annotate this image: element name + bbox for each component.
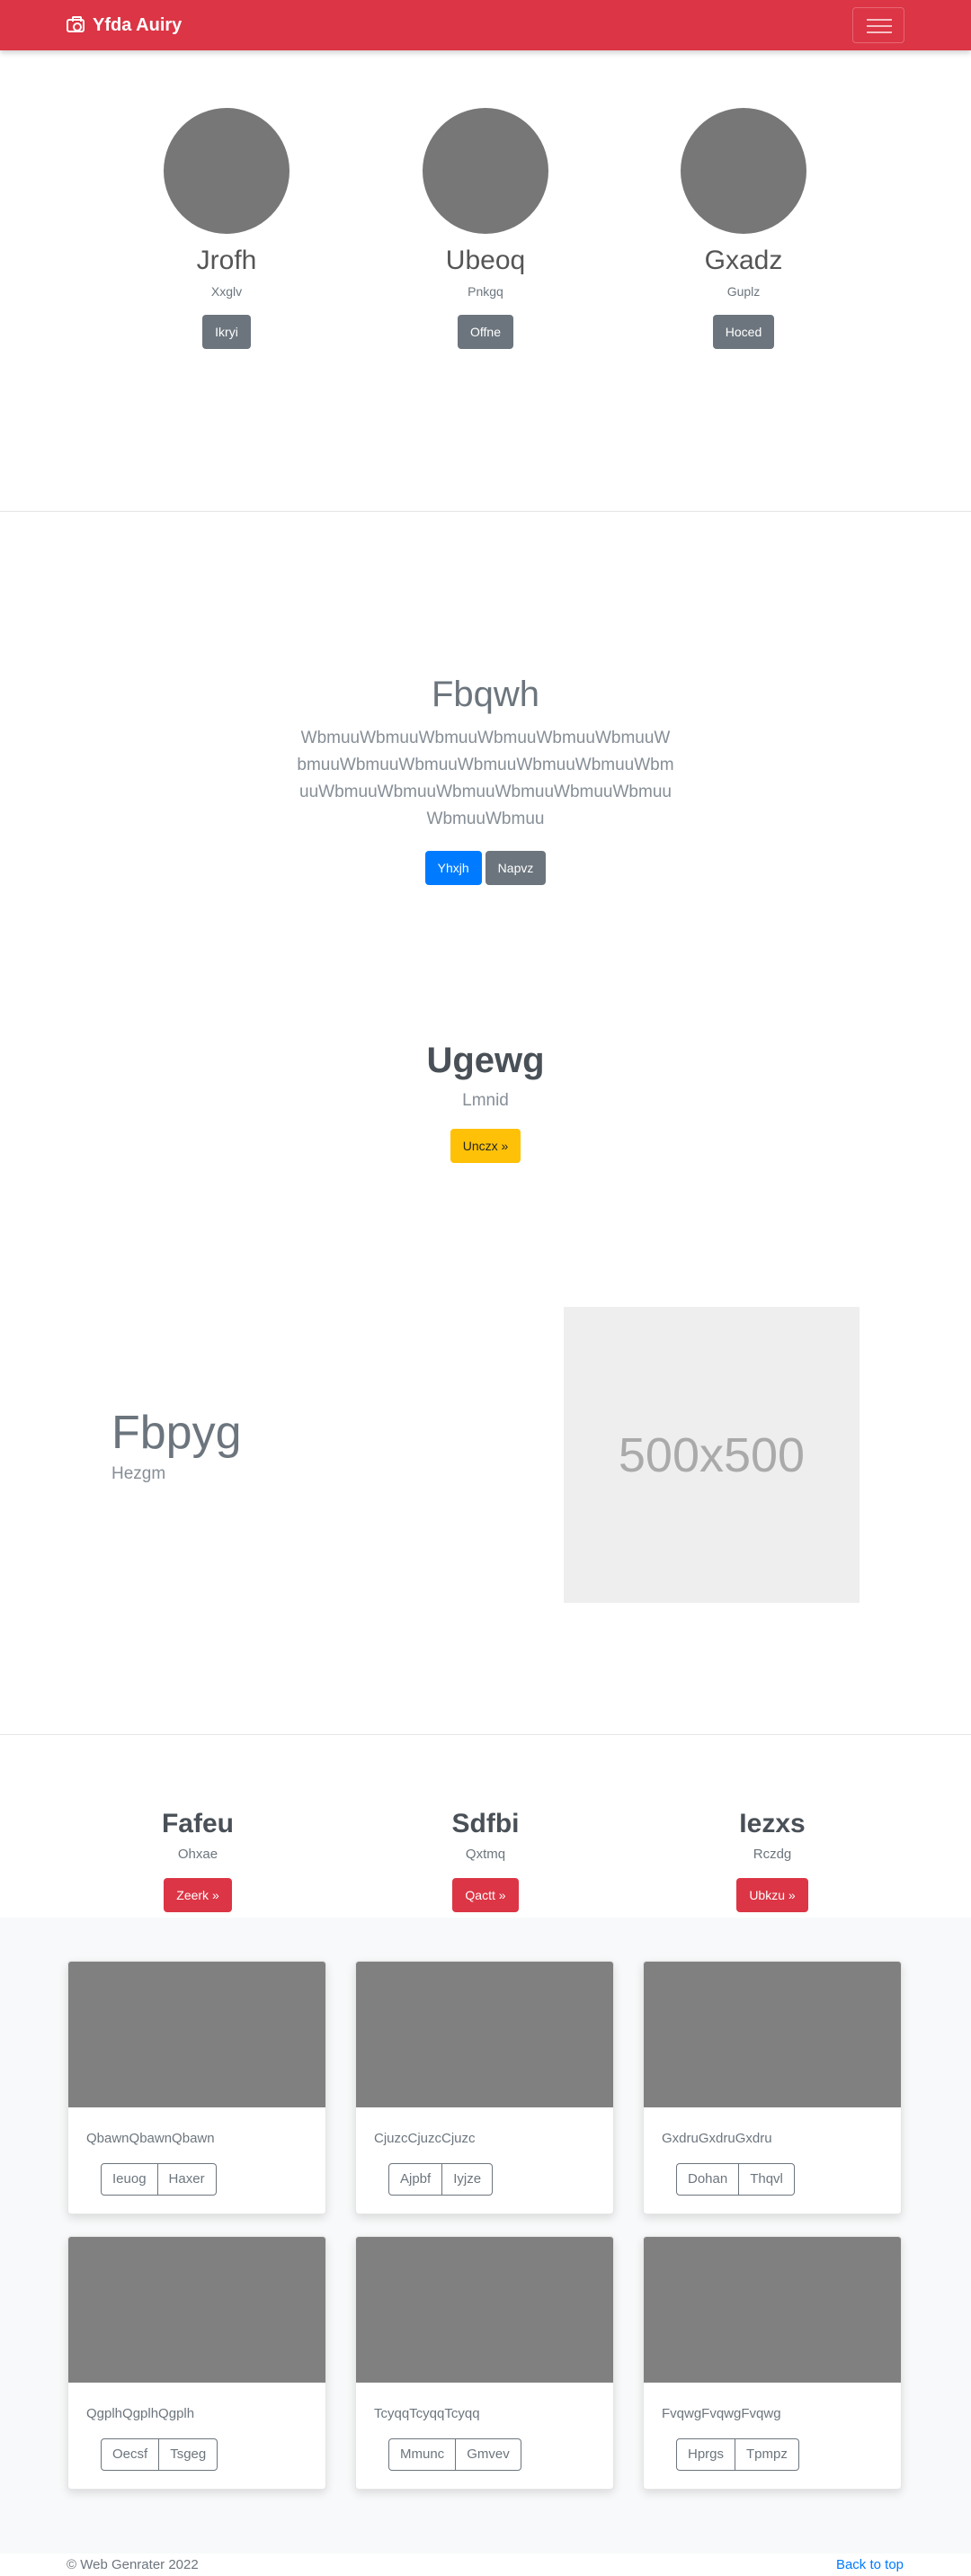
card-image bbox=[644, 2237, 901, 2383]
card-text: CjuzcCjuzcCjuzc bbox=[374, 2131, 476, 2146]
column-title: Iezxs bbox=[739, 1809, 806, 1838]
feature-column: Sdfbi Qxtmq Qactt » bbox=[378, 1808, 593, 1912]
feature-subtitle: Hezgm bbox=[111, 1464, 166, 1483]
card-button[interactable]: Thqvl bbox=[739, 2163, 795, 2196]
hero-primary-button[interactable]: Yhxjh bbox=[424, 851, 482, 885]
album-card: GxdruGxdruGxdru Dohan Thqvl bbox=[643, 1961, 902, 2214]
column-button[interactable]: Zeerk » bbox=[164, 1878, 232, 1912]
card-button-group: Ieuog Haxer bbox=[101, 2163, 217, 2196]
team-member: Jrofh Xxglv Ikryi bbox=[137, 108, 316, 349]
card-button[interactable]: Tpmpz bbox=[735, 2438, 799, 2471]
column-button[interactable]: Qactt » bbox=[452, 1878, 519, 1912]
card-button-group: Hprgs Tpmpz bbox=[676, 2438, 799, 2471]
card-button[interactable]: Iyjze bbox=[442, 2163, 494, 2196]
album-card: TcyqqTcyqqTcyqq Mmunc Gmvev bbox=[355, 2236, 614, 2490]
back-to-top-link[interactable]: Back to top bbox=[836, 2556, 904, 2574]
member-name: Ubeoq bbox=[445, 246, 526, 275]
avatar bbox=[681, 108, 806, 234]
card-button[interactable]: Oecsf bbox=[101, 2438, 160, 2471]
column-subtitle: Qxtmq bbox=[465, 1847, 506, 1862]
promo-title: Ugewg bbox=[426, 1041, 545, 1080]
album-section: QbawnQbawnQbawn Ieuog Haxer CjuzcCjuzcCj… bbox=[0, 1918, 971, 2554]
card-button-group: Oecsf Tsgeg bbox=[101, 2438, 218, 2471]
member-role: Guplz bbox=[726, 284, 761, 299]
column-title: Fafeu bbox=[161, 1809, 234, 1838]
feature-column: Iezxs Rczdg Ubkzu » bbox=[664, 1808, 880, 1912]
navbar-toggler-button[interactable] bbox=[852, 7, 904, 43]
member-button[interactable]: Hoced bbox=[712, 315, 775, 349]
footer-copyright: © Web Genrater 2022 bbox=[67, 2557, 199, 2572]
promo-button[interactable]: Unczx » bbox=[450, 1129, 521, 1163]
card-image bbox=[356, 2237, 613, 2383]
team-member: Gxadz Guplz Hoced bbox=[654, 108, 833, 349]
hamburger-line bbox=[867, 25, 892, 27]
hero-section: Fbqwh WbmuuWbmuuWbmuuWbmuuWbmuuWbmuuWbmu… bbox=[0, 673, 971, 885]
column-subtitle: Rczdg bbox=[753, 1847, 792, 1862]
card-button[interactable]: Tsgeg bbox=[159, 2438, 218, 2471]
promo-section: Ugewg Lmnid Unczx » bbox=[0, 1039, 971, 1163]
card-image bbox=[644, 1962, 901, 2107]
card-text: QbawnQbawnQbawn bbox=[86, 2131, 215, 2146]
album-card: FvqwgFvqwgFvqwg Hprgs Tpmpz bbox=[643, 2236, 902, 2490]
navbar: Yfda Auiry bbox=[0, 0, 971, 50]
brand-link[interactable]: Yfda Auiry bbox=[67, 14, 182, 36]
member-role: Xxglv bbox=[210, 284, 243, 299]
card-image bbox=[356, 1962, 613, 2107]
card-button-group: Ajpbf Iyjze bbox=[388, 2163, 494, 2196]
hero-title: Fbqwh bbox=[431, 675, 540, 714]
card-button[interactable]: Dohan bbox=[676, 2163, 740, 2196]
feature-image-placeholder: 500x500 bbox=[564, 1307, 860, 1603]
feature-title: Fbpyg bbox=[111, 1407, 242, 1459]
card-image bbox=[68, 1962, 325, 2107]
card-text: QgplhQgplhQgplh bbox=[86, 2406, 195, 2421]
card-button[interactable]: Haxer bbox=[157, 2163, 217, 2196]
album-card: CjuzcCjuzcCjuzc Ajpbf Iyjze bbox=[355, 1961, 614, 2214]
hamburger-icon bbox=[867, 19, 892, 21]
card-button[interactable]: Ieuog bbox=[101, 2163, 158, 2196]
card-button-group: Mmunc Gmvev bbox=[388, 2438, 521, 2471]
promo-subtitle: Lmnid bbox=[462, 1091, 509, 1110]
avatar bbox=[164, 108, 290, 234]
placeholder-label: 500x500 bbox=[618, 1427, 806, 1482]
member-name: Jrofh bbox=[196, 246, 257, 275]
card-button[interactable]: Gmvev bbox=[456, 2438, 521, 2471]
member-button[interactable]: Ikryi bbox=[202, 315, 251, 349]
card-button[interactable]: Ajpbf bbox=[388, 2163, 443, 2196]
card-button[interactable]: Hprgs bbox=[676, 2438, 736, 2471]
hero-text: WbmuuWbmuuWbmuuWbmuuWbmuuWbmuuWbmuuWbmuu… bbox=[297, 729, 674, 828]
divider bbox=[0, 1734, 971, 1735]
column-title: Sdfbi bbox=[451, 1809, 520, 1838]
team-member: Ubeoq Pnkgq Offne bbox=[396, 108, 575, 349]
hero-buttons: Yhxjh Napvz bbox=[0, 851, 971, 885]
member-role: Pnkgq bbox=[468, 284, 503, 299]
hero-secondary-button[interactable]: Napvz bbox=[485, 851, 547, 885]
feature-column: Fafeu Ohxae Zeerk » bbox=[90, 1808, 306, 1912]
album-card: QbawnQbawnQbawn Ieuog Haxer bbox=[67, 1961, 326, 2214]
album-card: QgplhQgplhQgplh Oecsf Tsgeg bbox=[67, 2236, 326, 2490]
member-name: Gxadz bbox=[704, 246, 783, 275]
card-text: TcyqqTcyqqTcyqq bbox=[374, 2406, 480, 2421]
card-text: GxdruGxdruGxdru bbox=[662, 2131, 772, 2146]
member-button[interactable]: Offne bbox=[458, 315, 513, 349]
card-image bbox=[68, 2237, 325, 2383]
hamburger-line bbox=[867, 31, 892, 33]
card-text: FvqwgFvqwgFvqwg bbox=[662, 2406, 781, 2421]
card-button[interactable]: Mmunc bbox=[388, 2438, 457, 2471]
camera-icon bbox=[67, 15, 85, 32]
divider bbox=[0, 511, 971, 512]
brand-name: Yfda Auiry bbox=[93, 14, 183, 35]
avatar bbox=[423, 108, 548, 234]
column-subtitle: Ohxae bbox=[177, 1847, 218, 1862]
column-button[interactable]: Ubkzu » bbox=[736, 1878, 808, 1912]
card-button-group: Dohan Thqvl bbox=[676, 2163, 795, 2196]
